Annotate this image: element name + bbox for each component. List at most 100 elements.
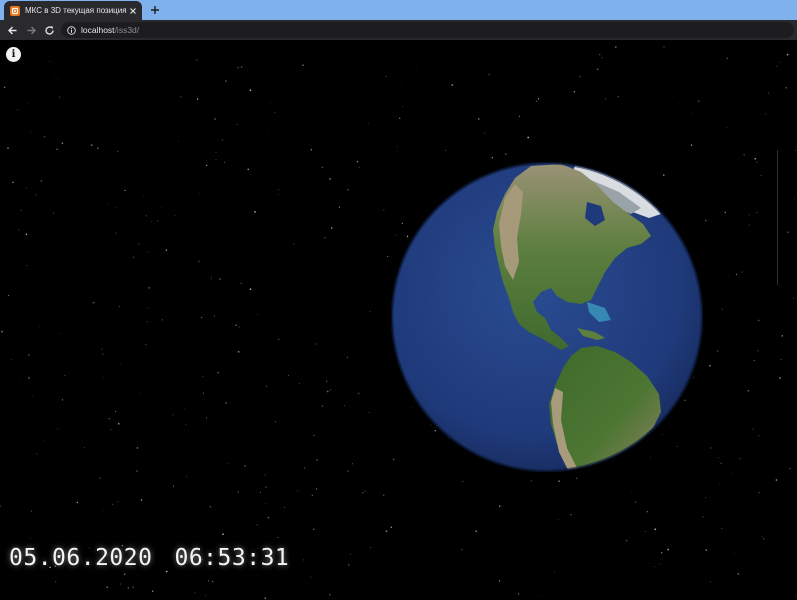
star xyxy=(687,72,689,74)
star xyxy=(102,377,104,379)
star xyxy=(505,153,507,155)
star xyxy=(215,159,217,160)
star xyxy=(368,122,369,124)
star xyxy=(370,547,372,549)
star xyxy=(730,472,732,474)
star xyxy=(690,144,693,146)
new-tab-button[interactable] xyxy=(148,3,162,17)
star xyxy=(396,146,398,148)
star xyxy=(737,573,739,575)
reload-button[interactable] xyxy=(42,23,56,37)
star xyxy=(763,538,765,540)
star xyxy=(107,202,109,204)
info-circle-icon[interactable] xyxy=(67,25,76,35)
star xyxy=(557,519,559,521)
star xyxy=(599,54,601,56)
star xyxy=(757,319,760,322)
star xyxy=(194,592,196,594)
star xyxy=(277,193,279,195)
star xyxy=(195,59,198,61)
star xyxy=(172,485,175,487)
star xyxy=(555,82,557,84)
star xyxy=(210,278,212,280)
star xyxy=(118,306,120,308)
close-icon[interactable] xyxy=(128,6,138,16)
star xyxy=(329,178,331,180)
star xyxy=(102,510,104,512)
star xyxy=(186,476,187,478)
star xyxy=(399,117,401,119)
star xyxy=(385,530,388,533)
star xyxy=(794,596,796,598)
star xyxy=(315,343,318,345)
tab-iss3d[interactable]: МКС в 3D текущая позиция спу xyxy=(4,1,142,20)
star xyxy=(212,580,214,583)
tab-strip: МКС в 3D текущая позиция спу xyxy=(0,0,797,20)
star xyxy=(0,505,2,507)
star xyxy=(161,319,163,321)
star xyxy=(719,483,721,485)
forward-button[interactable] xyxy=(24,23,38,37)
browser-toolbar: localhost/iss3d/ xyxy=(0,20,797,40)
address-bar[interactable]: localhost/iss3d/ xyxy=(61,22,794,38)
star xyxy=(755,161,758,164)
star xyxy=(344,405,345,407)
star xyxy=(28,377,30,379)
star xyxy=(8,294,10,297)
star xyxy=(321,405,324,408)
star xyxy=(211,276,212,277)
star xyxy=(30,130,32,132)
star xyxy=(196,98,199,100)
star xyxy=(786,53,789,56)
star xyxy=(28,354,30,356)
star xyxy=(240,66,243,68)
tab-title: МКС в 3D текущая позиция спу xyxy=(25,6,128,15)
star xyxy=(254,211,256,213)
star xyxy=(631,492,632,494)
star xyxy=(530,480,532,482)
star xyxy=(634,501,637,503)
star xyxy=(753,360,755,361)
star xyxy=(793,297,794,299)
star xyxy=(92,301,95,304)
star xyxy=(488,73,490,76)
star xyxy=(140,499,143,501)
star xyxy=(264,473,267,476)
star xyxy=(214,118,216,120)
star xyxy=(316,488,318,490)
star xyxy=(224,161,225,163)
back-button[interactable] xyxy=(5,23,19,37)
page-viewport[interactable]: i 05.06.2020 06:53:31 xyxy=(0,40,797,600)
star xyxy=(330,227,333,229)
star xyxy=(99,477,101,479)
star xyxy=(208,580,209,582)
star xyxy=(114,207,116,208)
earth-globe[interactable] xyxy=(391,162,703,472)
star xyxy=(200,316,203,319)
star xyxy=(20,209,22,211)
star xyxy=(748,214,750,216)
star xyxy=(346,356,349,358)
star xyxy=(148,287,151,289)
star xyxy=(558,480,560,482)
star xyxy=(760,175,762,176)
star xyxy=(347,470,349,472)
browser-window: МКС в 3D текущая позиция спу localhost/i… xyxy=(0,0,797,600)
star xyxy=(744,135,746,137)
star xyxy=(310,149,312,151)
info-button[interactable]: i xyxy=(6,47,21,62)
star xyxy=(247,168,249,171)
star xyxy=(265,486,267,488)
star xyxy=(724,211,726,214)
star xyxy=(705,497,706,499)
star xyxy=(151,590,154,592)
star xyxy=(108,145,110,146)
star xyxy=(575,477,578,480)
star xyxy=(43,135,46,138)
star xyxy=(106,586,108,588)
star xyxy=(369,311,371,313)
star xyxy=(726,57,728,60)
star xyxy=(697,100,700,102)
star xyxy=(44,341,45,343)
star xyxy=(90,144,93,146)
